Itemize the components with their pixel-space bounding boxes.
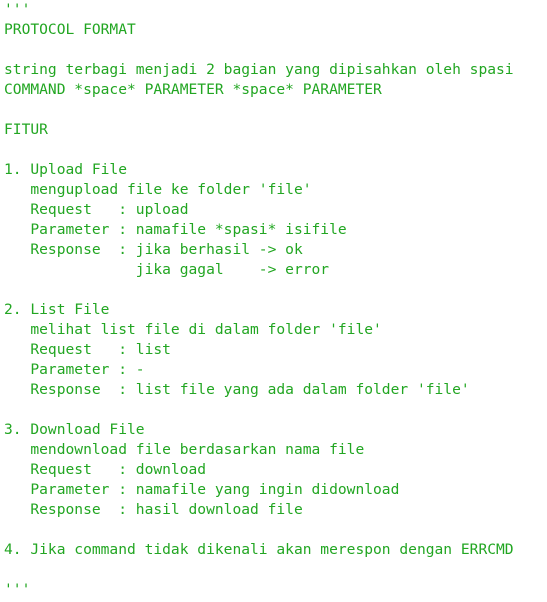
feature-response: Response : hasil download file <box>4 501 303 518</box>
feature-response: Response : list file yang ada dalam fold… <box>4 381 470 398</box>
feature-heading: 2. List File <box>4 301 110 318</box>
code-fence-open: ''' <box>4 1 31 18</box>
intro-line-1: string terbagi menjadi 2 bagian yang dip… <box>4 61 514 78</box>
code-document: ''' PROTOCOL FORMAT string terbagi menja… <box>4 0 544 600</box>
feature-parameter: Parameter : namafile *spasi* isifile <box>4 221 347 238</box>
feature-request: Request : list <box>4 341 171 358</box>
feature-response: Response : jika berhasil -> ok <box>4 241 303 258</box>
feature-description: mendownload file berdasarkan nama file <box>4 441 365 458</box>
unknown-command-note: 4. Jika command tidak dikenali akan mere… <box>4 541 514 558</box>
feature-request: Request : download <box>4 461 207 478</box>
feature-parameter: Parameter : namafile yang ingin didownlo… <box>4 481 400 498</box>
feature-description: melihat list file di dalam folder 'file' <box>4 321 382 338</box>
intro-line-2: COMMAND *space* PARAMETER *space* PARAME… <box>4 81 382 98</box>
feature-list: 2. List File melihat list file di dalam … <box>4 300 544 400</box>
fitur-heading: FITUR <box>4 121 48 138</box>
feature-download: 3. Download File mendownload file berdas… <box>4 420 544 520</box>
feature-heading: 1. Upload File <box>4 161 128 178</box>
code-fence-close: ''' <box>4 581 31 598</box>
feature-upload: 1. Upload File mengupload file ke folder… <box>4 160 544 280</box>
feature-request: Request : upload <box>4 201 189 218</box>
feature-response-extra: jika gagal -> error <box>4 261 330 278</box>
feature-description: mengupload file ke folder 'file' <box>4 181 312 198</box>
feature-parameter: Parameter : - <box>4 361 145 378</box>
protocol-title: PROTOCOL FORMAT <box>4 21 136 38</box>
feature-heading: 3. Download File <box>4 421 145 438</box>
